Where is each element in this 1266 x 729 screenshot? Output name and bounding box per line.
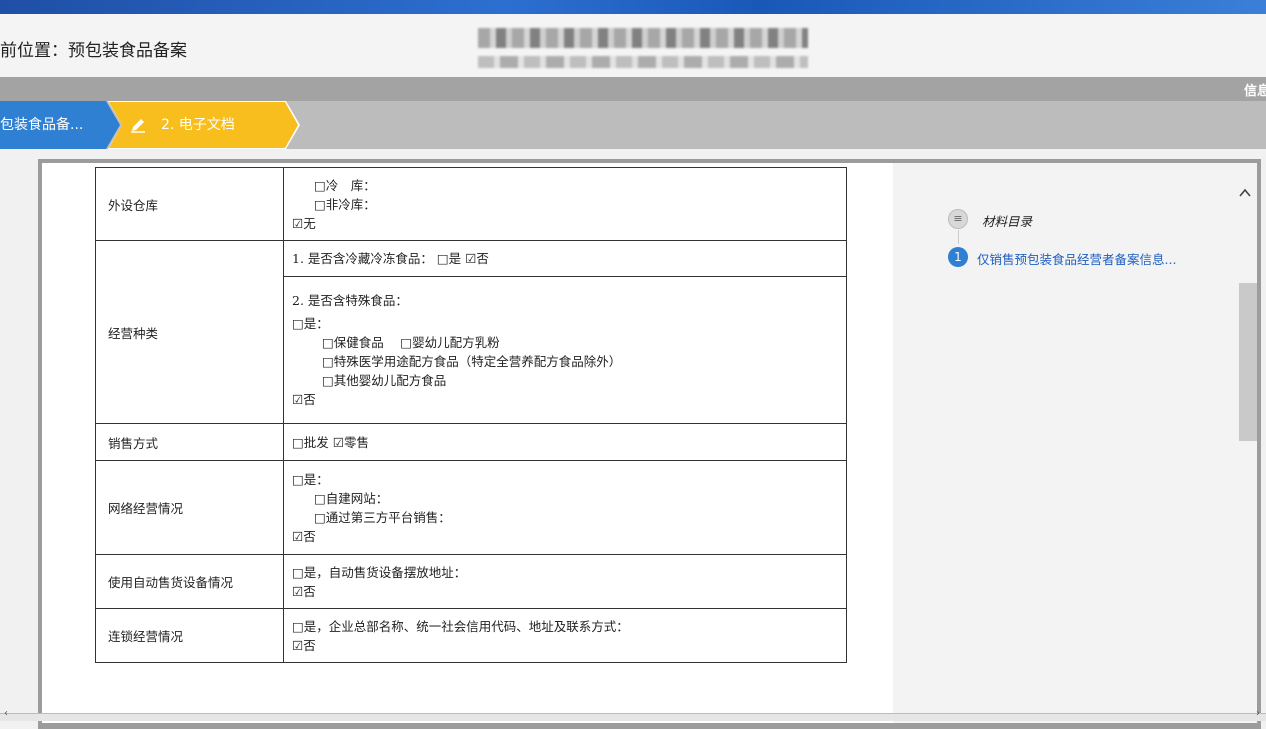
toc-item-number: 1 xyxy=(948,247,968,267)
table-row: 经营种类 1. 是否含冷藏冷冻食品： □是 ☑否 xyxy=(95,240,847,424)
option-yes: □是： xyxy=(292,471,329,487)
vertical-scrollbar-thumb[interactable] xyxy=(1239,283,1257,441)
scroll-right-icon[interactable]: › xyxy=(1256,708,1260,719)
document-viewer[interactable]: 外设仓库 □冷 库： □非冷库： ☑无 经营种类 1. 是否含冷藏冷冻食品： □… xyxy=(42,163,893,723)
option-yes: □是： xyxy=(292,316,329,331)
info-label[interactable]: 信息 xyxy=(1244,80,1266,99)
horizontal-scrollbar[interactable]: ‹ › xyxy=(0,708,1266,721)
row-label: 经营种类 xyxy=(95,240,284,424)
option-medical-food: □特殊医学用途配方食品（特定全营养配方食品除外） xyxy=(322,354,622,369)
table-row: 销售方式 □批发 ☑零售 xyxy=(95,423,847,461)
document-frame: 外设仓库 □冷 库： □非冷库： ☑无 经营种类 1. 是否含冷藏冷冻食品： □… xyxy=(38,159,1261,729)
info-bar: 信息 xyxy=(0,77,1266,101)
header: 前位置：预包装食品备案 xyxy=(0,14,1266,77)
option-yes: □是，自动售货设备摆放地址： xyxy=(292,564,467,580)
redacted-title xyxy=(478,28,808,48)
pencil-icon xyxy=(129,102,147,148)
table-row: 连锁经营情况 □是，企业总部名称、统一社会信用代码、地址及联系方式： ☑否 xyxy=(95,608,847,663)
form-table: 外设仓库 □冷 库： □非冷库： ☑无 经营种类 1. 是否含冷藏冷冻食品： □… xyxy=(95,167,847,663)
toc-panel: ≡ 材料目录 1 仅销售预包装食品经营者备案信息... xyxy=(893,163,1257,723)
step-2-label: 2. 电子文档 xyxy=(161,117,235,133)
row-value: 2. 是否含特殊食品： □是： □保健食品 □婴幼儿配方乳粉 □特殊医学用途配方… xyxy=(283,276,847,424)
row-value: □是： □自建网站： □通过第三方平台销售： ☑否 xyxy=(283,460,847,555)
step-1[interactable]: 包装食品备... xyxy=(0,101,106,149)
option-no: ☑否 xyxy=(292,392,316,407)
toc-title: 材料目录 xyxy=(982,214,1033,229)
breadcrumb: 前位置：预包装食品备案 xyxy=(0,41,187,61)
table-row: 使用自动售货设备情况 □是，自动售货设备摆放地址： ☑否 xyxy=(95,554,847,609)
row-label: 网络经营情况 xyxy=(95,460,284,555)
option-yes: □是，企业总部名称、统一社会信用代码、地址及联系方式： xyxy=(292,618,629,634)
row-value: 1. 是否含冷藏冷冻食品： □是 ☑否 xyxy=(283,240,847,277)
document-list-icon: ≡ xyxy=(948,209,968,229)
option-cold-storage: □冷 库： xyxy=(314,177,376,193)
toc-item-link[interactable]: 仅销售预包装食品经营者备案信息... xyxy=(977,249,1176,268)
option-no: ☑否 xyxy=(292,637,316,653)
option-health-infant: □保健食品 □婴幼儿配方乳粉 xyxy=(322,335,500,350)
table-row: 网络经营情况 □是： □自建网站： □通过第三方平台销售： ☑否 xyxy=(95,460,847,555)
row-label: 外设仓库 xyxy=(95,167,284,241)
row-label: 销售方式 xyxy=(95,423,284,461)
row-value: □冷 库： □非冷库： ☑无 xyxy=(283,167,847,241)
scroll-left-icon[interactable]: ‹ xyxy=(4,708,8,719)
option-own-site: □自建网站： xyxy=(314,490,389,506)
special-food-question: 2. 是否含特殊食品： xyxy=(292,293,408,308)
option-no: ☑否 xyxy=(292,583,316,599)
row-label: 连锁经营情况 xyxy=(95,608,284,663)
row-value: □批发 ☑零售 xyxy=(283,423,847,461)
top-banner xyxy=(0,0,1266,14)
table-row: 外设仓库 □冷 库： □非冷库： ☑无 xyxy=(95,167,847,241)
step-2[interactable]: 2. 电子文档 xyxy=(108,101,300,149)
step-bar: 包装食品备... 2. 电子文档 xyxy=(0,101,1266,149)
scroll-up-icon[interactable] xyxy=(1239,183,1251,202)
row-value: □是，企业总部名称、统一社会信用代码、地址及联系方式： ☑否 xyxy=(283,608,847,663)
toc-connector xyxy=(958,230,959,244)
row-value: □是，自动售货设备摆放地址： ☑否 xyxy=(283,554,847,609)
redacted-subtitle xyxy=(478,56,808,68)
row-label: 使用自动售货设备情况 xyxy=(95,554,284,609)
option-other-infant: □其他婴幼儿配方食品 xyxy=(322,373,447,388)
option-no: ☑否 xyxy=(292,528,316,544)
option-none: ☑无 xyxy=(292,215,316,231)
option-non-cold-storage: □非冷库： xyxy=(314,196,376,212)
option-third-party: □通过第三方平台销售： xyxy=(314,509,451,525)
